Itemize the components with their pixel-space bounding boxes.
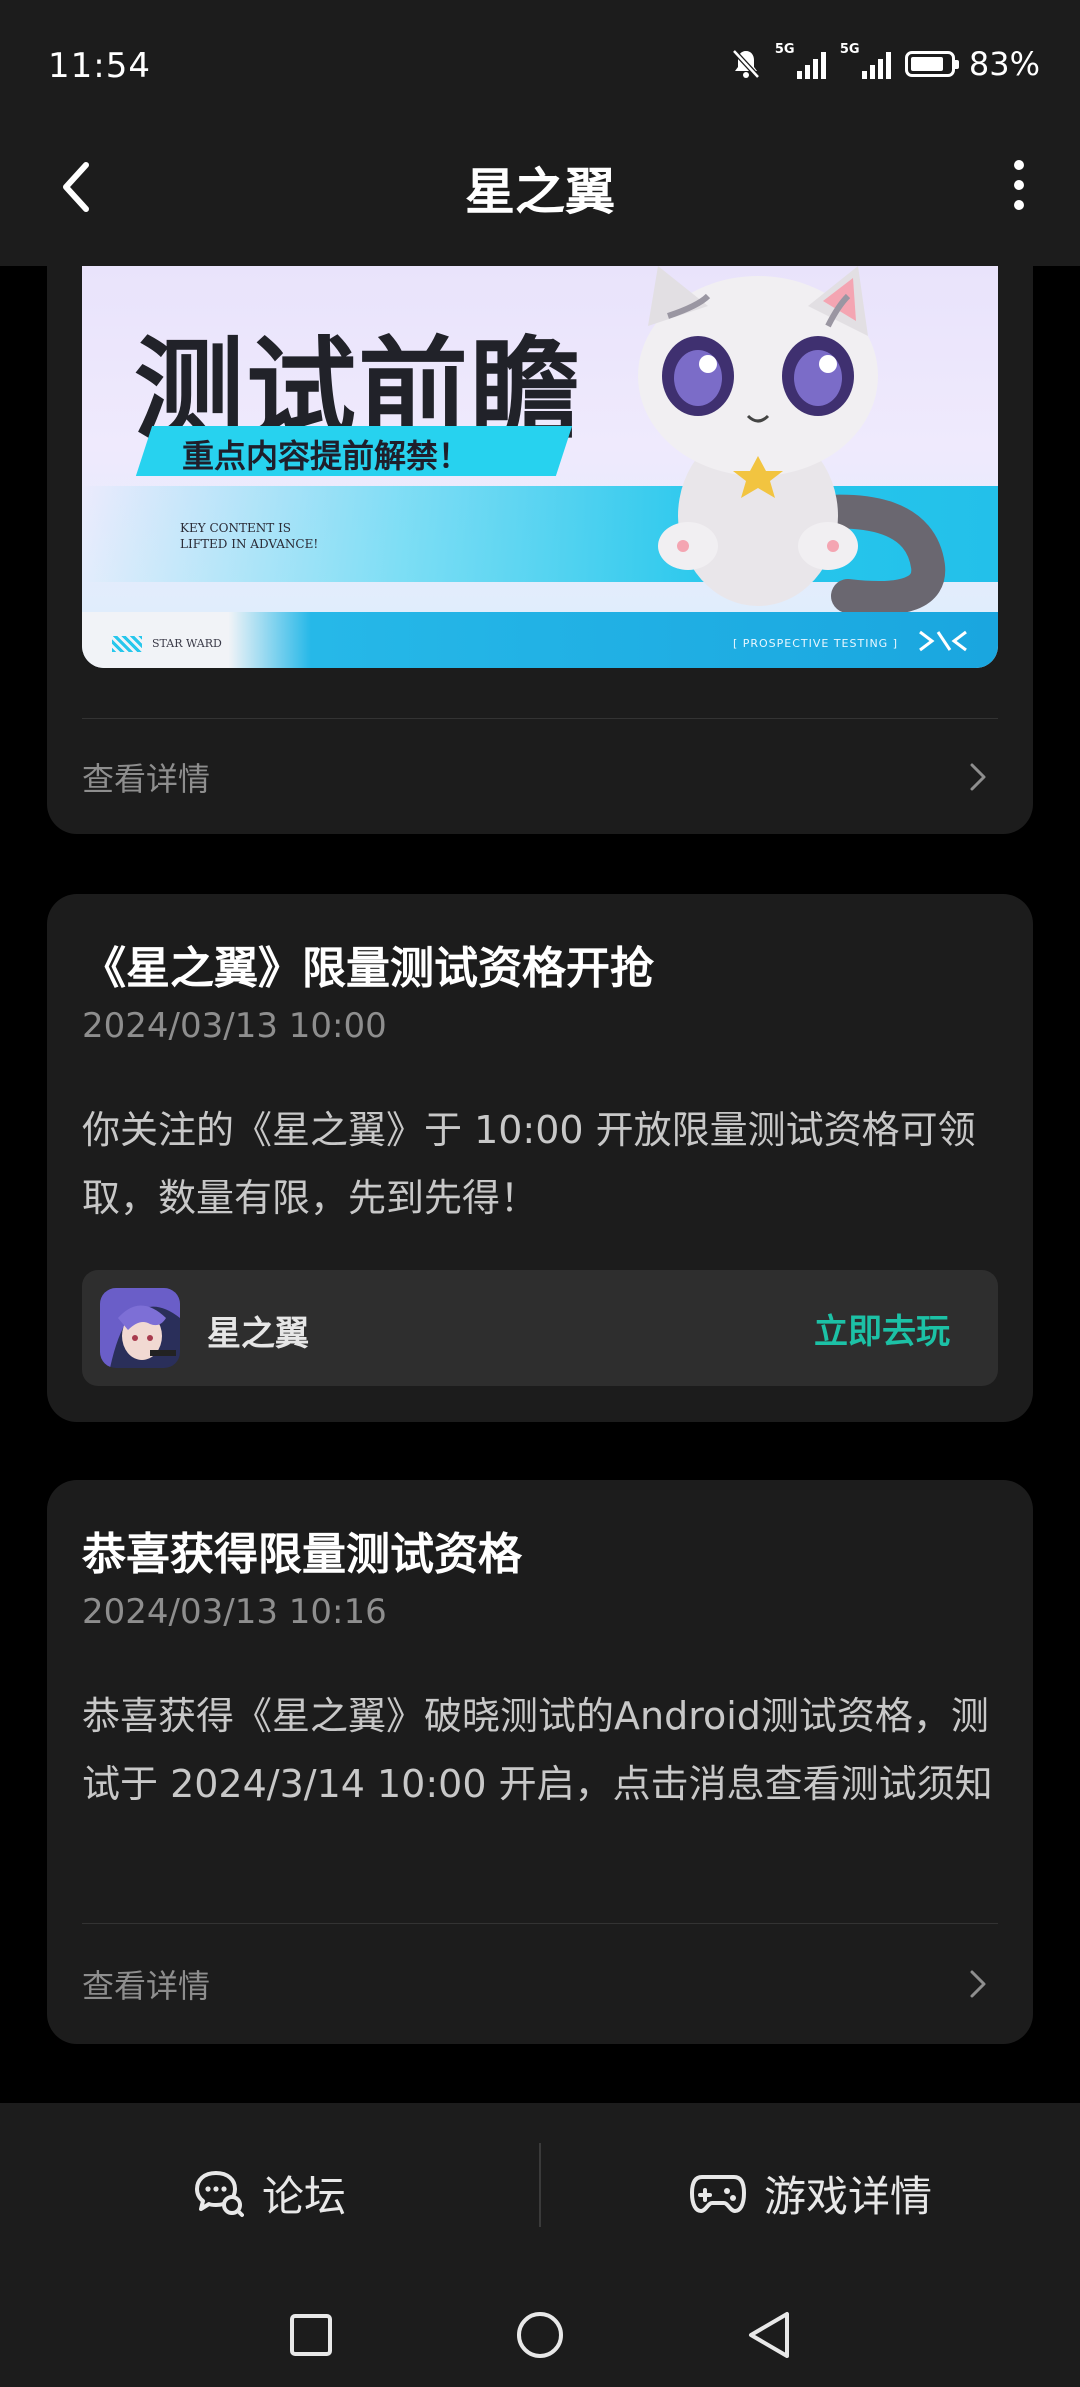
chevron-right-icon: [958, 1964, 998, 2004]
battery-icon: [904, 51, 959, 77]
banner-footer-right: [ PROSPECTIVE TESTING ]: [732, 637, 898, 650]
game-avatar: [100, 1288, 180, 1368]
bottom-tab-bar: 论坛 游戏详情: [0, 2103, 1080, 2387]
card-body: 恭喜获得《星之翼》破晓测试的Android测试资格，测试于 2024/3/14 …: [82, 1694, 993, 1806]
banner-subtitle: KEY CONTENT IS LIFTED IN ADVANCE!: [180, 521, 319, 551]
play-now-button[interactable]: 立即去玩: [814, 1304, 950, 1353]
tab-game-detail[interactable]: 游戏详情: [690, 2153, 932, 2233]
banner-image[interactable]: 测试前瞻 重点内容提前解禁！ KEY CONTENT IS LIFTED IN …: [82, 266, 998, 668]
page-title: 星之翼: [465, 163, 615, 221]
view-details-row[interactable]: 查看详情: [82, 1954, 998, 2014]
square-icon: [290, 2314, 332, 2356]
signal-icon: 5G: [840, 43, 891, 79]
more-button[interactable]: [1004, 160, 1034, 210]
card-date: 2024/03/13 10:16: [82, 1592, 387, 1632]
gamepad-icon: [690, 2175, 746, 2213]
tab-game-detail-label: 游戏详情: [764, 2171, 933, 2221]
brand-logo-icon: [919, 630, 967, 652]
battery-percent: 83%: [968, 45, 1040, 83]
game-name: 星之翼: [207, 1314, 309, 1354]
view-details-label: 查看详情: [82, 760, 211, 798]
network-label: 5G: [774, 42, 795, 57]
divider: [82, 1923, 998, 1924]
signal-icon: 5G: [775, 43, 826, 79]
tab-forum[interactable]: 论坛: [192, 2153, 346, 2233]
banner-footer-left: STAR WARD: [152, 637, 222, 650]
nav-back-button[interactable]: [742, 2295, 796, 2375]
nav-home-button[interactable]: [513, 2295, 567, 2375]
test-open-card[interactable]: 《星之翼》限量测试资格开抢 2024/03/13 10:00 你关注的《星之翼》…: [47, 894, 1033, 1422]
status-icons: 5G 5G 83%: [731, 43, 1040, 84]
card-body: 你关注的《星之翼》于 10:00 开放限量测试资格可领取，数量有限，先到先得！: [82, 1108, 976, 1220]
tab-divider: [539, 2143, 541, 2227]
congrats-card[interactable]: 恭喜获得限量测试资格 2024/03/13 10:16 恭喜获得《星之翼》破晓测…: [47, 1480, 1033, 2044]
banner-ribbon: 重点内容提前解禁！: [182, 437, 471, 475]
top-bar: 11:54 5G 5G 83% 星之翼: [0, 0, 1080, 266]
game-entry[interactable]: 星之翼 立即去玩: [82, 1270, 998, 1386]
forum-chat-icon: [195, 2171, 244, 2217]
nav-recent-button[interactable]: [284, 2295, 338, 2375]
cat-mascot-illustration: [638, 266, 946, 615]
more-vertical-icon: [1014, 160, 1024, 170]
circle-icon: [517, 2312, 563, 2358]
card-title: 恭喜获得限量测试资格: [82, 1529, 522, 1580]
divider: [82, 718, 998, 719]
triangle-back-icon: [749, 2312, 789, 2358]
tab-forum-label: 论坛: [262, 2171, 347, 2221]
banner-card[interactable]: 测试前瞻 重点内容提前解禁！ KEY CONTENT IS LIFTED IN …: [47, 200, 1033, 834]
network-label: 5G: [839, 42, 860, 57]
mute-bell-icon: [732, 49, 760, 79]
card-title: 《星之翼》限量测试资格开抢: [82, 943, 654, 994]
chevron-right-icon: [958, 757, 998, 797]
status-time: 11:54: [48, 46, 151, 86]
view-details-label: 查看详情: [82, 1967, 211, 2005]
card-date: 2024/03/13 10:00: [82, 1006, 387, 1046]
view-details-row[interactable]: 查看详情: [82, 747, 998, 807]
